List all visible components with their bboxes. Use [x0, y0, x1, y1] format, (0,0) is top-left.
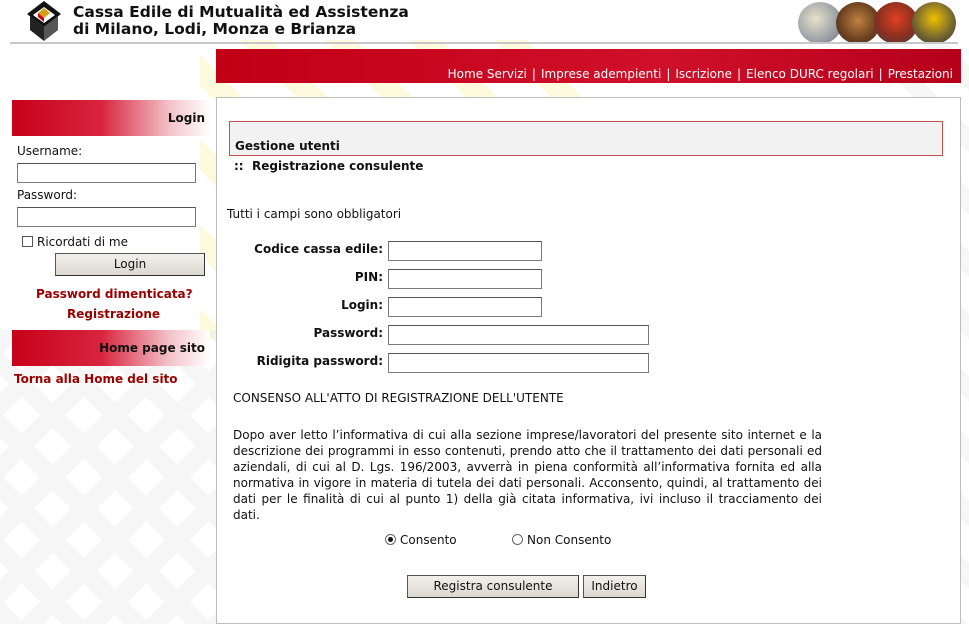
- nav-separator: |: [666, 67, 671, 81]
- login-label: Login:: [341, 298, 383, 312]
- consent-radio-yes[interactable]: [385, 534, 396, 545]
- reg-password-label: Password:: [313, 326, 384, 340]
- subtitle-prefix: ::: [234, 159, 244, 173]
- consent-radio-no[interactable]: [512, 534, 523, 545]
- pin-label: PIN:: [354, 270, 383, 284]
- login-input[interactable]: [388, 297, 542, 317]
- codice-cassa-input[interactable]: [388, 241, 542, 261]
- consent-radio-no-label: Non Consento: [527, 533, 612, 547]
- username-label: Username:: [17, 144, 83, 158]
- header-photos: [798, 2, 958, 44]
- header-divider: [10, 42, 958, 44]
- section-title: Gestione utenti: [229, 121, 943, 156]
- login-box-header: Login: [12, 100, 210, 136]
- nav-separator: |: [531, 67, 536, 81]
- register-link[interactable]: Registrazione: [67, 307, 160, 321]
- back-button[interactable]: Indietro: [583, 575, 646, 598]
- confirm-password-label: Ridigita password:: [256, 354, 383, 368]
- pin-input[interactable]: [388, 269, 542, 289]
- password-label: Password:: [17, 188, 78, 202]
- header-photo-site: [912, 2, 956, 44]
- home-box-header: Home page sito: [12, 330, 210, 366]
- nav-separator: |: [737, 67, 742, 81]
- remember-me-checkbox[interactable]: [22, 236, 33, 247]
- password-input[interactable]: [17, 207, 196, 227]
- register-consultant-button[interactable]: Registra consulente: [407, 575, 579, 598]
- nav-link-home-servizi[interactable]: Home Servizi: [448, 67, 527, 81]
- nav-link-imprese-adempienti[interactable]: Imprese adempienti: [541, 67, 661, 81]
- remember-me-label: Ricordati di me: [37, 235, 128, 249]
- cassa-edile-logo: [27, 1, 61, 41]
- login-button[interactable]: Login: [55, 253, 205, 276]
- organization-name-line1: Cassa Edile di Mutualità ed Assistenza: [73, 3, 409, 21]
- organization-name-line2: di Milano, Lodi, Monza e Brianza: [73, 20, 357, 38]
- nav-separator: |: [878, 67, 883, 81]
- organization-name: Cassa Edile di Mutualità ed Assistenza d…: [73, 4, 409, 38]
- required-fields-note: Tutti i campi sono obbligatori: [227, 207, 402, 221]
- username-input[interactable]: [17, 163, 196, 183]
- confirm-password-input[interactable]: [388, 353, 649, 373]
- codice-cassa-label: Codice cassa edile:: [254, 242, 383, 256]
- consent-heading: CONSENSO ALL'ATTO DI REGISTRAZIONE DELL'…: [233, 391, 564, 405]
- nav-link-prestazioni[interactable]: Prestazioni: [888, 67, 953, 81]
- top-nav-links: Home Servizi | Imprese adempienti | Iscr…: [448, 67, 953, 81]
- page-subtitle: :: Registrazione consulente: [234, 159, 423, 173]
- forgot-password-link[interactable]: Password dimenticata?: [36, 287, 193, 301]
- top-navbar: Home Servizi | Imprese adempienti | Iscr…: [216, 49, 961, 83]
- back-to-home-link[interactable]: Torna alla Home del sito: [14, 372, 178, 386]
- consent-text: Dopo aver letto l’informativa di cui all…: [233, 428, 822, 522]
- nav-link-elenco-durc[interactable]: Elenco DURC regolari: [746, 67, 874, 81]
- nav-link-iscrizione[interactable]: Iscrizione: [675, 67, 732, 81]
- reg-password-input[interactable]: [388, 325, 649, 345]
- subtitle-text: Registrazione consulente: [251, 159, 424, 173]
- consent-radio-yes-label: Consento: [400, 533, 457, 547]
